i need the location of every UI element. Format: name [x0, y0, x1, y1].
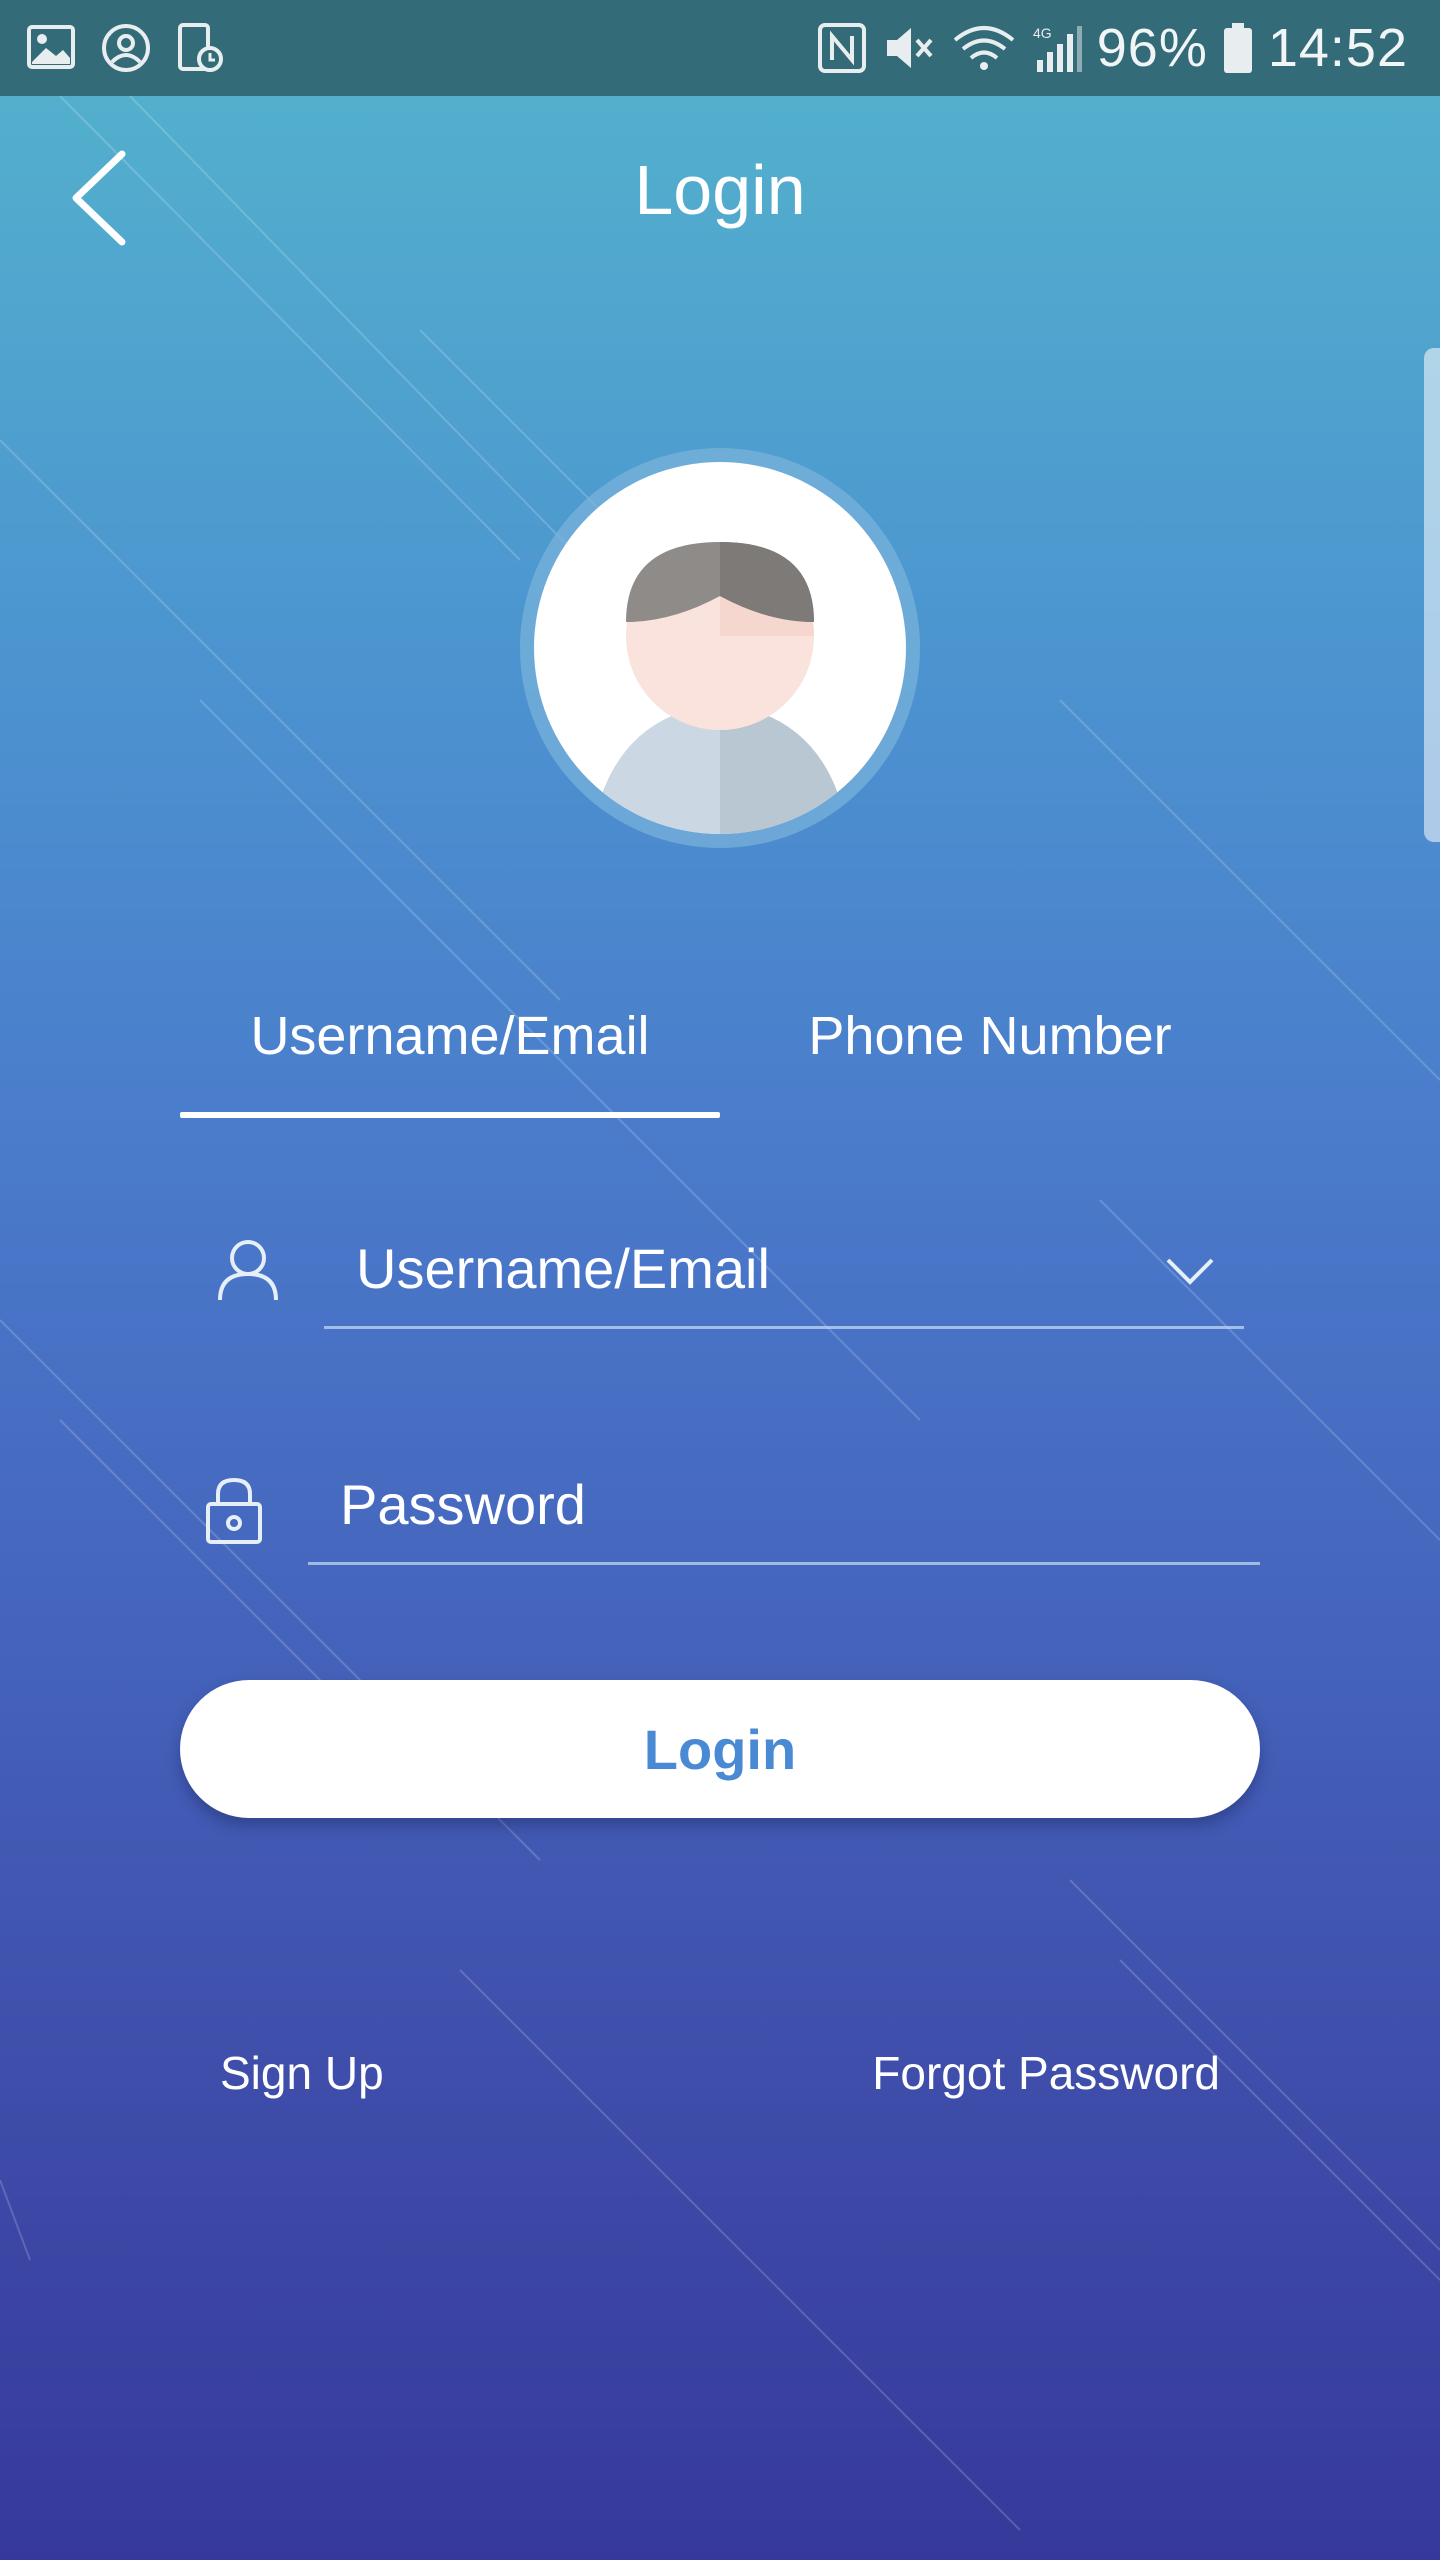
- password-input[interactable]: [340, 1466, 1240, 1542]
- tab-phone-number[interactable]: Phone Number: [760, 1005, 1220, 1067]
- sign-up-link[interactable]: Sign Up: [220, 2046, 384, 2100]
- password-underline: [308, 1562, 1260, 1565]
- forgot-password-link[interactable]: Forgot Password: [872, 2046, 1220, 2100]
- tab-username-email[interactable]: Username/Email: [180, 1005, 720, 1067]
- svg-text:4G: 4G: [1033, 25, 1052, 41]
- status-icons-right: 4G 96% 14:52: [817, 0, 1408, 96]
- vibrate-mute-icon: [881, 22, 937, 74]
- clock-time: 14:52: [1267, 18, 1408, 78]
- image-icon: [26, 22, 76, 74]
- username-email-input[interactable]: [356, 1230, 1136, 1306]
- status-bar: 4G 96% 14:52: [0, 0, 1440, 96]
- signal-4g-icon: 4G: [1031, 22, 1083, 74]
- active-tab-indicator: [180, 1112, 720, 1118]
- clock-doc-icon: [176, 22, 226, 74]
- user-icon: [214, 1236, 282, 1309]
- login-button[interactable]: Login: [180, 1680, 1260, 1818]
- lock-icon: [204, 1476, 264, 1549]
- default-user-avatar-icon: [520, 448, 920, 848]
- username-dropdown-button[interactable]: [1160, 1250, 1220, 1290]
- wifi-icon: [951, 22, 1017, 74]
- chevron-down-icon: [1166, 1258, 1214, 1285]
- account-circle-icon: [100, 22, 152, 74]
- status-icons-left: [26, 22, 226, 74]
- username-underline: [324, 1326, 1244, 1329]
- battery-percent: 96%: [1096, 18, 1208, 78]
- edge-panel-handle[interactable]: [1424, 348, 1440, 842]
- page-title: Login: [634, 151, 806, 229]
- avatar: [518, 446, 922, 850]
- battery-icon: [1222, 21, 1254, 75]
- nfc-icon: [817, 22, 867, 74]
